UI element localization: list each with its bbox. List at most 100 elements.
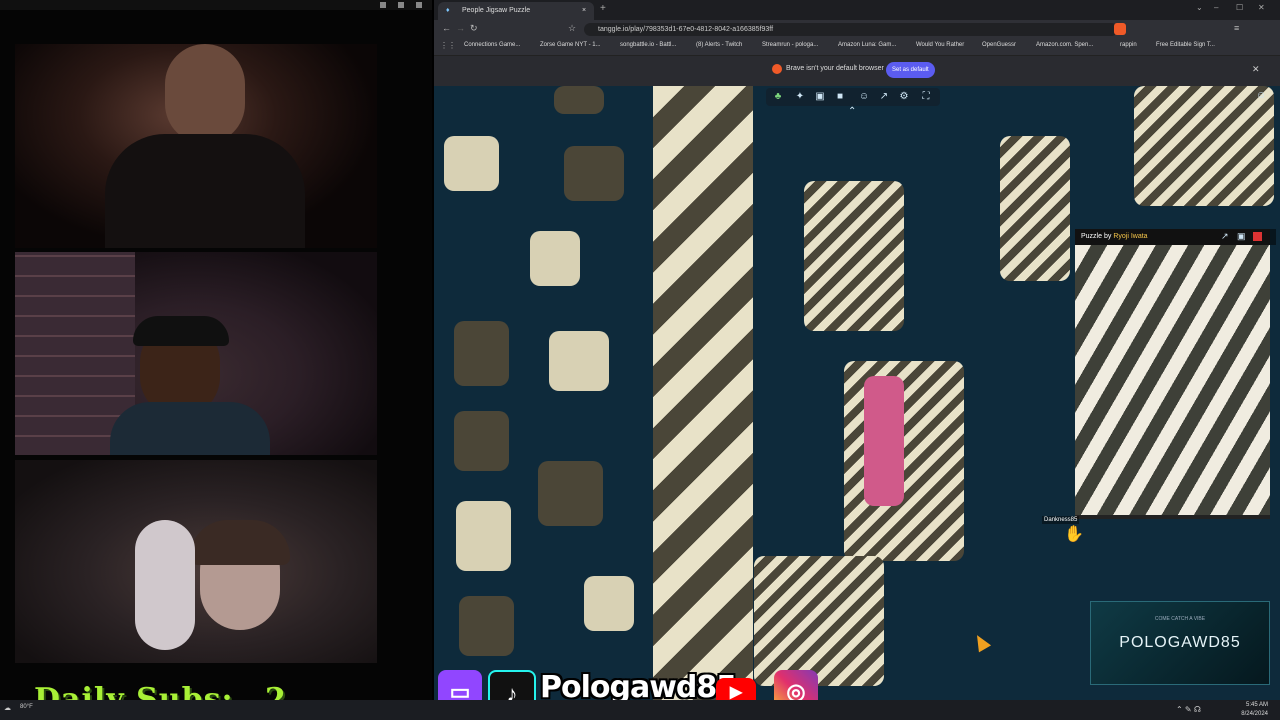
bookmark-free-editable-sign[interactable]: Free Editable Sign T... <box>1156 42 1215 48</box>
tanggle-icon: ♦ <box>446 7 450 14</box>
default-browser-notice: Brave isn't your default browser Set as … <box>434 56 1280 86</box>
puzzle-piece[interactable] <box>456 501 511 571</box>
logo-name: POLOGAWD85 <box>1119 634 1241 651</box>
bookmark-icon[interactable]: ☆ <box>568 23 576 34</box>
bookmark-songbattle[interactable]: songbattle.io - Battl... <box>620 42 676 48</box>
clock[interactable]: 5:45 AM 8/24/2024 <box>1241 701 1268 719</box>
bookmark-openguessr[interactable]: OpenGuessr <box>982 42 1016 48</box>
chair <box>135 520 195 650</box>
puzzle-toolbar: ♣ ✦ ▣ ■ ☺ ↗ ⚙ ⛶ <box>766 88 940 106</box>
person-face <box>165 44 245 144</box>
puzzle-piece[interactable] <box>538 461 603 526</box>
puzzle-piece[interactable] <box>804 181 904 331</box>
tab-people-jigsaw[interactable]: ♦ People Jigsaw Puzzle × <box>438 2 594 20</box>
webcam-feed-3 <box>15 460 377 663</box>
person-pink-jacket <box>864 376 904 506</box>
webcam-panel <box>0 0 432 720</box>
minimize-icon[interactable]: – <box>1214 3 1218 12</box>
close-tab-icon[interactable]: × <box>582 2 586 20</box>
share-icon[interactable]: ↗ <box>878 91 890 103</box>
system-tray-icon[interactable]: ⌃ ✎ ☊ <box>1176 705 1201 714</box>
mouse-cursor-icon <box>970 631 992 653</box>
back-icon[interactable]: ← <box>442 23 451 33</box>
credit-author[interactable]: Ryoji Iwata <box>1113 233 1147 240</box>
notice-text: Brave isn't your default browser <box>786 65 884 72</box>
bookmark-would-you-rather[interactable]: Would You Rather <box>916 42 964 48</box>
bookmarks-bar: ⋮⋮ Connections Game... Zorse Game NYT - … <box>434 39 1280 56</box>
window-titlebar <box>0 0 432 10</box>
puzzle-canvas[interactable]: ♣ ✦ ▣ ■ ☺ ↗ ⚙ ⛶ ⌃ ☺ Puzzle by Ryoji Iwat… <box>434 86 1280 700</box>
box-icon[interactable]: ■ <box>834 91 846 103</box>
bookmark-streamrun[interactable]: Streamrun - pologa... <box>762 42 818 48</box>
assembled-column[interactable] <box>653 86 753 700</box>
url-input[interactable]: tanggle.io/play/798353d1-67e0-4812-8042-… <box>584 23 1118 36</box>
windows-taskbar: ☁ 80°F ⌃ ✎ ☊ 5:45 AM 8/24/2024 <box>0 700 1280 720</box>
puzzle-piece[interactable] <box>1000 136 1070 281</box>
new-tab-button[interactable]: + <box>600 3 606 14</box>
minimize-icon[interactable] <box>380 2 386 8</box>
forward-icon[interactable]: → <box>456 23 465 33</box>
credit-prefix: Puzzle by <box>1081 233 1112 240</box>
collapse-chevron-icon[interactable]: ⌃ <box>848 106 856 117</box>
apps-grid-icon[interactable]: ⋮⋮ <box>440 41 456 50</box>
open-external-icon[interactable]: ↗ <box>1221 231 1229 242</box>
reload-icon[interactable]: ↻ <box>470 23 478 34</box>
brave-logo-icon <box>772 64 782 74</box>
maximize-icon[interactable] <box>398 2 404 8</box>
puzzle-piece[interactable] <box>584 576 634 631</box>
puzzle-piece[interactable] <box>844 361 964 561</box>
bookmark-rappin[interactable]: rappin <box>1120 42 1137 48</box>
puzzle-piece[interactable] <box>549 331 609 391</box>
players-icon[interactable]: ☺ <box>858 91 870 103</box>
bookmark-zorse[interactable]: Zorse Game NYT - 1... <box>540 42 601 48</box>
webcam-feed-2 <box>15 252 377 455</box>
image-preview-icon[interactable]: ▣ <box>814 91 826 103</box>
person-body <box>110 402 270 455</box>
puzzle-piece[interactable] <box>564 146 624 201</box>
address-bar-row: ← → ↻ ☆ tanggle.io/play/798353d1-67e0-48… <box>434 20 1280 39</box>
puzzle-piece[interactable] <box>530 231 580 286</box>
clock-time: 5:45 AM <box>1245 702 1268 708</box>
settings-gear-icon[interactable]: ⚙ <box>898 91 910 103</box>
set-as-default-button[interactable]: Set as default <box>886 62 935 78</box>
puzzle-piece[interactable] <box>459 596 514 656</box>
bookmark-amazon-luna[interactable]: Amazon Luna: Gam... <box>838 42 896 48</box>
hand-cursor-icon: ✋ <box>1064 526 1084 543</box>
players-list-icon[interactable]: ☺ <box>1256 90 1266 101</box>
puzzle-piece[interactable] <box>454 411 509 471</box>
image-icon[interactable]: ▣ <box>1237 231 1246 242</box>
close-notice-icon[interactable]: ✕ <box>1252 64 1260 75</box>
tab-title: People Jigsaw Puzzle <box>462 7 531 14</box>
reference-image <box>1075 245 1270 515</box>
close-icon[interactable] <box>416 2 422 8</box>
tab-bar: ♦ People Jigsaw Puzzle × + ⌄ – ☐ ✕ <box>434 0 1280 20</box>
close-preview-icon[interactable] <box>1253 232 1262 241</box>
chevron-down-icon[interactable]: ⌄ <box>1196 3 1203 12</box>
person-body <box>105 134 305 248</box>
bookmark-twitch-alerts[interactable]: (8) Alerts - Twitch <box>696 42 742 48</box>
bookmark-connections[interactable]: Connections Game... <box>464 42 520 48</box>
weather-temp: 80°F <box>20 704 33 710</box>
weather-icon[interactable]: ☁ <box>4 704 11 712</box>
fullscreen-icon[interactable]: ⛶ <box>920 91 932 103</box>
streamer-logo-overlay: COME CATCH A VIBE POLOGAWD85 <box>1090 601 1270 685</box>
reference-image-panel: Puzzle by Ryoji Iwata ↗ ▣ <box>1075 229 1276 519</box>
menu-icon[interactable]: ≡ <box>1234 23 1239 33</box>
remote-player-label: Dankness85 <box>1042 516 1080 524</box>
preview-header: Puzzle by Ryoji Iwata <box>1075 229 1276 245</box>
brave-shield-icon[interactable] <box>1114 23 1126 35</box>
person-hair <box>190 520 290 565</box>
bookmark-amazon[interactable]: Amazon.com. Spen... <box>1036 42 1093 48</box>
maximize-icon[interactable]: ☐ <box>1236 3 1243 12</box>
puzzle-piece[interactable] <box>454 321 509 386</box>
puzzle-piece[interactable] <box>554 86 604 114</box>
puzzle-piece-icon[interactable]: ✦ <box>794 91 806 103</box>
close-icon[interactable]: ✕ <box>1258 3 1265 12</box>
bandana <box>133 316 229 346</box>
puzzle-piece[interactable] <box>444 136 499 191</box>
clock-date: 8/24/2024 <box>1241 711 1268 717</box>
puzzle-piece[interactable] <box>1134 86 1274 206</box>
browser-window: ♦ People Jigsaw Puzzle × + ⌄ – ☐ ✕ ← → ↻… <box>434 0 1280 700</box>
tanggle-leaf-icon[interactable]: ♣ <box>772 91 784 103</box>
webcam-feed-1 <box>15 44 377 248</box>
